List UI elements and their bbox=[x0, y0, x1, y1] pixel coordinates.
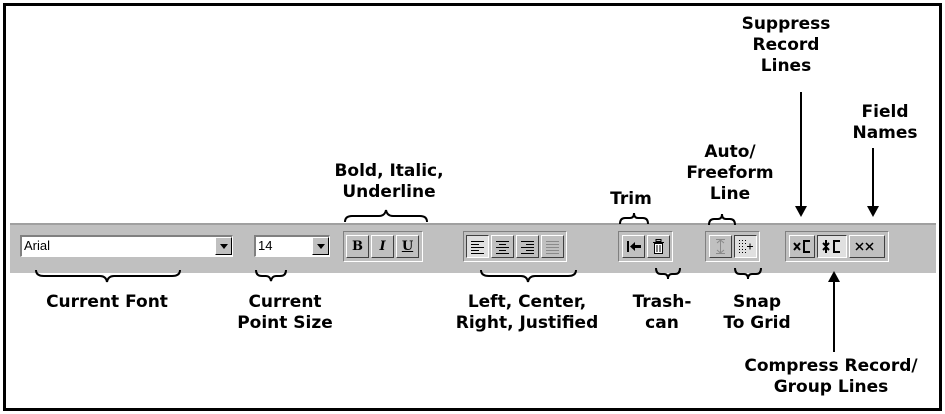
bracket-current-font bbox=[35, 269, 181, 283]
bracket-point-size bbox=[255, 269, 287, 282]
bracket-alignment bbox=[480, 269, 577, 283]
arrow-field-names-head bbox=[867, 206, 879, 217]
bracket-trim bbox=[619, 212, 649, 225]
bracket-style-group bbox=[344, 209, 428, 223]
arrow-suppress-head bbox=[795, 206, 807, 217]
arrow-compress-head bbox=[828, 271, 840, 282]
bracket-trashcan bbox=[655, 267, 681, 280]
annotation-layer bbox=[35, 92, 879, 352]
bracket-snap-grid bbox=[734, 267, 762, 280]
bracket-auto-line bbox=[708, 213, 736, 226]
